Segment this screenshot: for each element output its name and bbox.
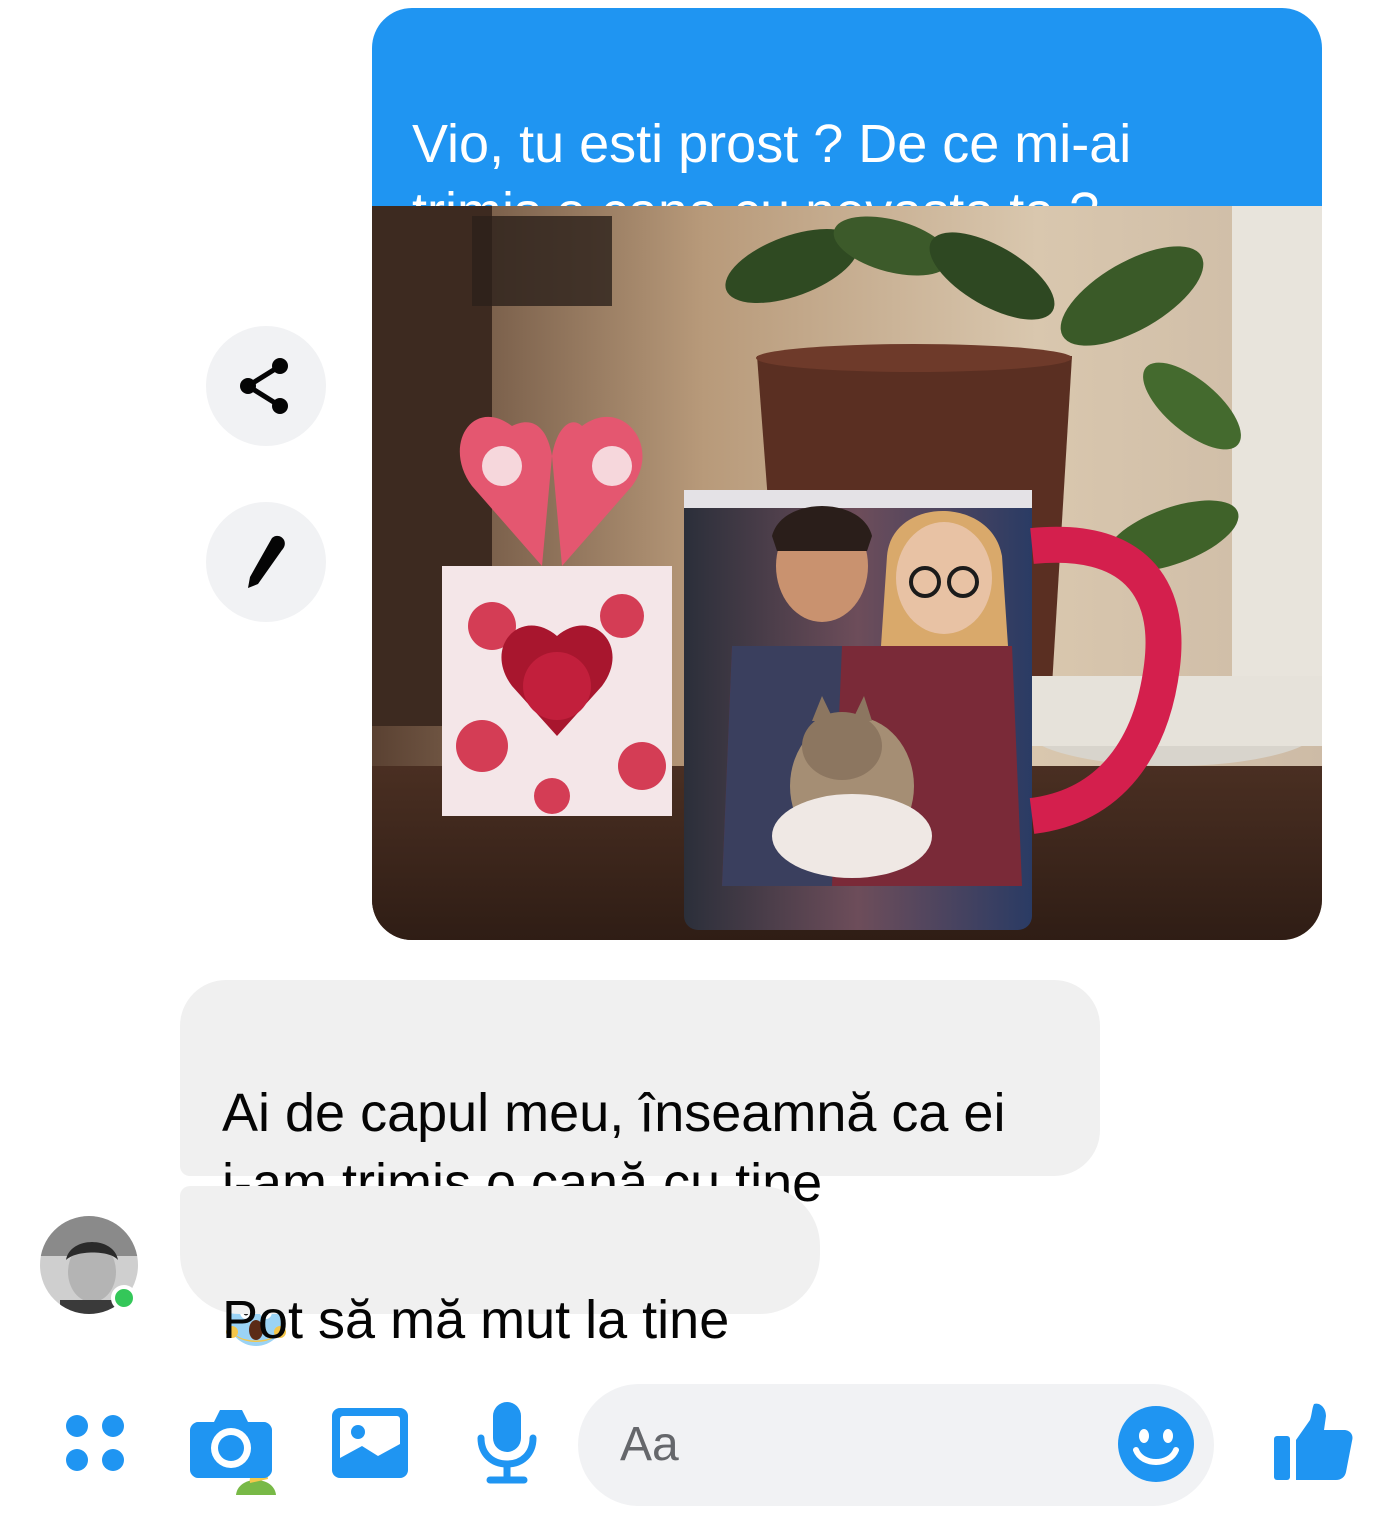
- received-message-bubble[interactable]: Ai de capul meu, înseamnă ca ei i-am tri…: [180, 980, 1100, 1495]
- received-message-text: Pot să mă mut la tine: [222, 1290, 730, 1350]
- emoji-button[interactable]: [1118, 1406, 1194, 1487]
- pencil-icon: [248, 535, 285, 588]
- thumbs-up-icon: [1274, 1403, 1353, 1480]
- camera-button[interactable]: [190, 1404, 272, 1485]
- online-status-indicator: [111, 1285, 137, 1311]
- apps-button[interactable]: [62, 1410, 128, 1481]
- emoji-icon: [1118, 1406, 1194, 1482]
- microphone-icon: [477, 1402, 537, 1484]
- camera-icon: [190, 1410, 272, 1478]
- microphone-button[interactable]: [474, 1400, 540, 1489]
- edit-button[interactable]: [206, 502, 326, 622]
- photo-attachment[interactable]: [372, 206, 1322, 940]
- message-composer: [578, 1384, 1214, 1506]
- like-button[interactable]: [1274, 1400, 1354, 1487]
- sent-message-bubble[interactable]: Vio, tu esti prost ? De ce mi-ai trimis …: [372, 8, 1322, 242]
- apps-icon: [66, 1415, 124, 1471]
- share-icon: [240, 358, 288, 414]
- gallery-button[interactable]: [332, 1408, 408, 1483]
- message-input[interactable]: [618, 1408, 1102, 1480]
- received-message-bubble[interactable]: Pot să mă mut la tine: [180, 1186, 820, 1350]
- share-button[interactable]: [206, 326, 326, 446]
- gallery-icon: [332, 1408, 408, 1478]
